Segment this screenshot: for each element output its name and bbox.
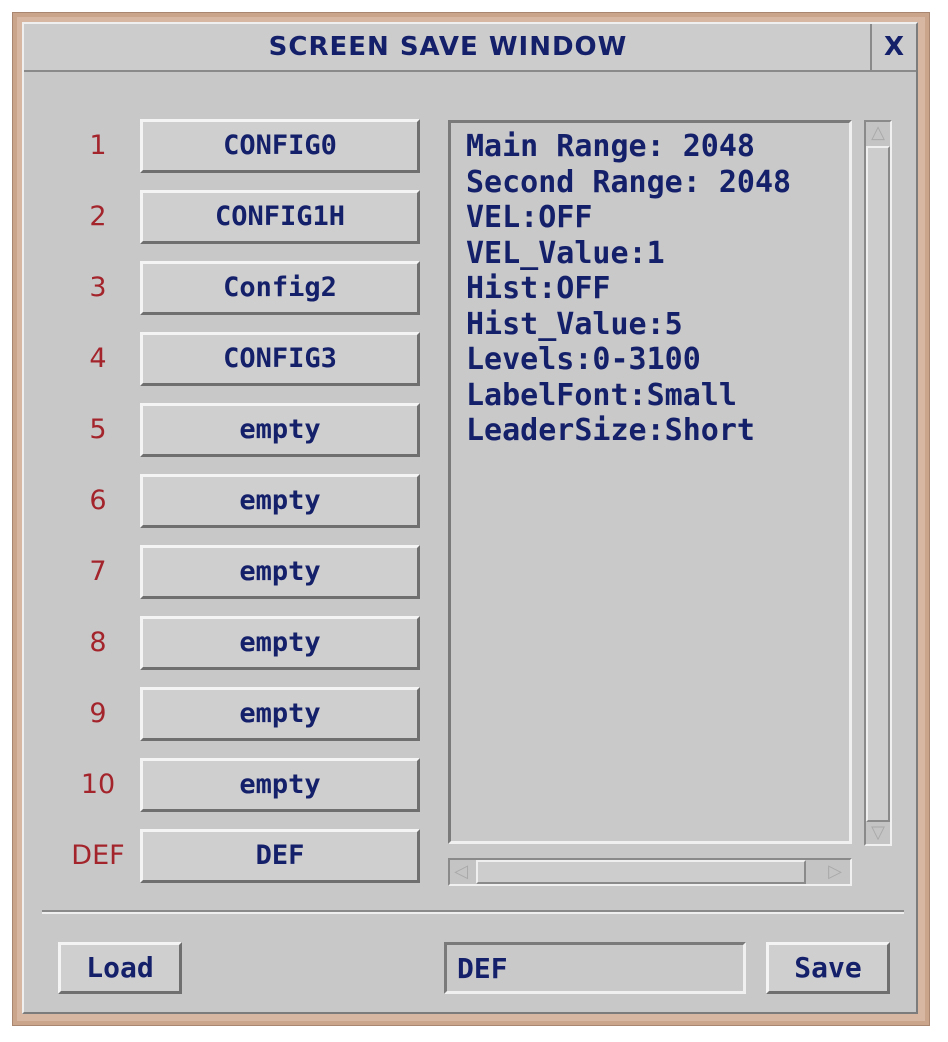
- close-button[interactable]: X: [870, 24, 916, 70]
- config-info-text-area[interactable]: Main Range: 2048 Second Range: 2048 VEL:…: [448, 120, 852, 844]
- config-info-lines: Main Range: 2048 Second Range: 2048 VEL:…: [451, 129, 791, 449]
- config-name-input[interactable]: [444, 942, 746, 994]
- screen-save-window: SCREEN SAVE WINDOW X 1 CONFIG0 2 CONFIG1…: [22, 22, 918, 1014]
- slot-number-def: DEF: [71, 840, 125, 871]
- slot-button-8[interactable]: empty: [140, 616, 420, 670]
- info-line: Hist_Value:5: [466, 306, 683, 342]
- triangle-left-icon[interactable]: ◁: [450, 861, 472, 883]
- slot-number-3: 3: [89, 272, 107, 303]
- window-title: SCREEN SAVE WINDOW: [268, 32, 628, 62]
- slot-number-4: 4: [89, 343, 107, 374]
- triangle-up-icon[interactable]: △: [867, 122, 889, 144]
- load-button[interactable]: Load: [58, 942, 182, 994]
- slot-number-7: 7: [89, 556, 107, 587]
- info-line: VEL:OFF: [466, 200, 593, 235]
- slot-number-2: 2: [89, 201, 107, 232]
- close-icon: X: [883, 32, 905, 62]
- slot-number-10: 10: [80, 769, 116, 800]
- info-line: LeaderSize:Short: [466, 413, 755, 448]
- slot-button-10[interactable]: empty: [140, 758, 420, 812]
- slot-button-6[interactable]: empty: [140, 474, 420, 528]
- info-line: Second Range: 2048: [466, 164, 792, 200]
- save-button[interactable]: Save: [766, 942, 890, 994]
- info-line: Hist:OFF: [466, 271, 611, 306]
- info-line: Main Range: 2048: [466, 129, 755, 164]
- slot-number-8: 8: [89, 627, 107, 658]
- slot-number-9: 9: [89, 698, 107, 729]
- slot-button-3[interactable]: Config2: [140, 261, 420, 315]
- slot-number-6: 6: [89, 485, 107, 516]
- horizontal-scroll-thumb[interactable]: [476, 860, 806, 884]
- info-line: Levels:0-3100: [466, 342, 701, 377]
- slot-button-7[interactable]: empty: [140, 545, 420, 599]
- triangle-down-icon[interactable]: ▽: [867, 822, 889, 844]
- slot-button-4[interactable]: CONFIG3: [140, 332, 420, 386]
- triangle-right-icon[interactable]: ▷: [824, 861, 846, 883]
- vertical-scrollbar[interactable]: △ ▽: [864, 120, 892, 846]
- title-bar: SCREEN SAVE WINDOW X: [24, 24, 916, 72]
- slot-button-1[interactable]: CONFIG0: [140, 119, 420, 173]
- divider: [42, 910, 904, 914]
- slot-button-2[interactable]: CONFIG1H: [140, 190, 420, 244]
- vertical-scroll-thumb[interactable]: [866, 146, 890, 822]
- slot-button-5[interactable]: empty: [140, 403, 420, 457]
- slot-number-5: 5: [89, 414, 107, 445]
- slot-button-def[interactable]: DEF: [140, 829, 420, 883]
- info-line: LabelFont:Small: [466, 377, 737, 413]
- info-line: VEL_Value:1: [466, 235, 665, 271]
- slot-button-9[interactable]: empty: [140, 687, 420, 741]
- horizontal-scrollbar[interactable]: ◁ ▷: [448, 858, 852, 886]
- slot-number-1: 1: [89, 130, 107, 161]
